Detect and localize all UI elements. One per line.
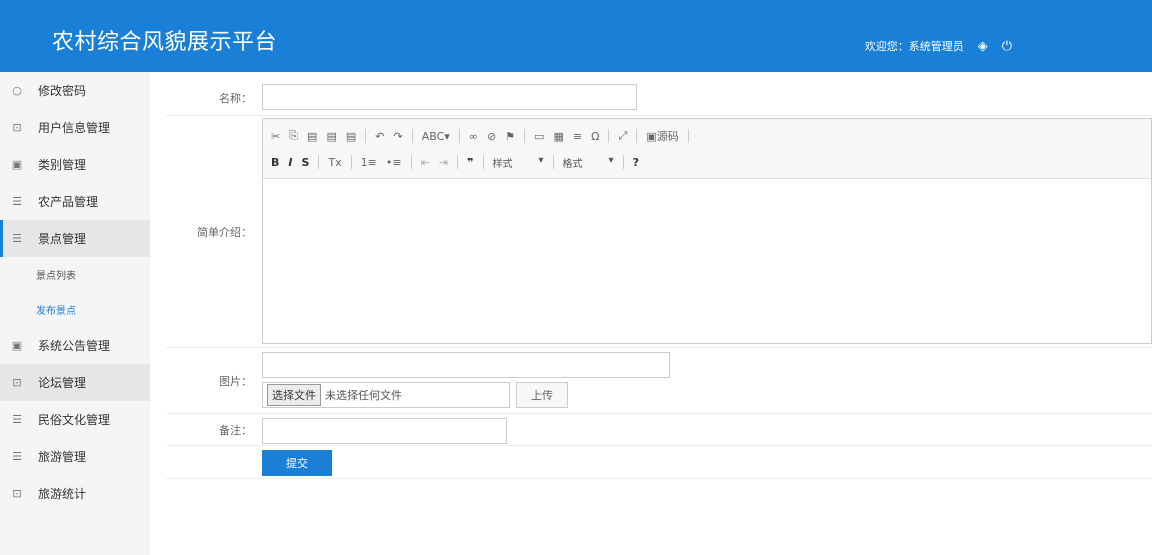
app-header: 农村综合风貌展示平台 欢迎您：系统管理员 ◈ ⏻ <box>0 0 1152 72</box>
list-icon: ☰ <box>12 232 22 245</box>
submit-button[interactable]: 提交 <box>262 450 332 476</box>
image-label: 图片： <box>219 374 252 388</box>
source-icon[interactable]: ▣源码 <box>646 128 678 144</box>
separator <box>552 155 554 169</box>
power-icon[interactable]: ⏻ <box>1002 39 1012 54</box>
choose-file-button[interactable]: 选择文件 <box>267 384 321 406</box>
image-icon: ⊡ <box>12 121 22 134</box>
intro-label: 简单介绍： <box>197 225 252 239</box>
sidebar-subitem-publish-attraction[interactable]: 发布景点 <box>0 292 150 327</box>
special-char-icon[interactable]: Ω <box>591 130 599 143</box>
paste-word-icon[interactable]: ▤ <box>346 130 356 143</box>
sidebar-item-announcements[interactable]: ▣ 系统公告管理 <box>0 327 150 364</box>
file-picker: 选择文件 未选择任何文件 <box>262 382 510 408</box>
strike-icon[interactable]: S <box>301 156 309 169</box>
undo-icon[interactable]: ↶ <box>375 130 384 143</box>
list-icon: ☰ <box>12 413 22 426</box>
clock-icon: ○ <box>12 84 22 97</box>
name-label: 名称： <box>219 91 252 105</box>
separator <box>636 129 638 143</box>
separator <box>608 129 610 143</box>
separator <box>350 155 352 169</box>
outdent-icon[interactable]: ⇤ <box>421 156 430 169</box>
settings-icon[interactable]: ◈ <box>978 39 988 54</box>
style-dropdown-label: 样式 <box>492 158 513 170</box>
format-dropdown-label: 格式 <box>562 158 583 170</box>
cut-icon[interactable]: ✂ <box>271 130 280 143</box>
separator <box>411 129 413 143</box>
editor-content-area[interactable] <box>263 179 1151 343</box>
remark-input[interactable] <box>262 418 507 444</box>
link-icon[interactable]: ∞ <box>469 130 478 143</box>
separator <box>524 129 526 143</box>
welcome-text: 欢迎您：系统管理员 <box>864 40 964 53</box>
redo-icon[interactable]: ↷ <box>393 130 402 143</box>
image-path-input[interactable] <box>262 352 670 378</box>
numbered-list-icon[interactable]: 1≡ <box>361 156 377 169</box>
help-icon[interactable]: ? <box>633 156 639 169</box>
paste-icon[interactable]: ▤ <box>307 130 317 143</box>
separator <box>458 129 460 143</box>
image-insert-icon[interactable]: ▭ <box>534 130 544 143</box>
sidebar-item-products[interactable]: ☰ 农产品管理 <box>0 183 150 220</box>
sidebar-item-folk-culture[interactable]: ☰ 民俗文化管理 <box>0 401 150 438</box>
table-icon[interactable]: ▦ <box>553 130 563 143</box>
separator <box>457 155 459 169</box>
header-user-area: 欢迎您：系统管理员 ◈ ⏻ <box>865 38 1012 54</box>
editor-toolbar: ✂ ⎘ ▤ ▤ ▤ ↶ ↷ ABC▾ ∞ ⊘ ⚑ ▭ ▦ ≡ Ω ⤢ ▣源码 B… <box>263 119 1151 179</box>
sidebar-item-users[interactable]: ⊡ 用户信息管理 <box>0 109 150 146</box>
separator <box>318 155 320 169</box>
sidebar-item-categories[interactable]: ▣ 类别管理 <box>0 146 150 183</box>
sidebar-item-tourism[interactable]: ☰ 旅游管理 <box>0 438 150 475</box>
separator <box>622 155 624 169</box>
upload-button[interactable]: 上传 <box>516 382 568 408</box>
separator <box>482 155 484 169</box>
list-icon: ☰ <box>12 450 22 463</box>
unlink-icon[interactable]: ⊘ <box>487 130 496 143</box>
name-row: 名称： <box>166 80 1152 116</box>
maximize-icon[interactable]: ⤢ <box>618 129 627 143</box>
image-row: 图片： 选择文件 未选择任何文件 上传 <box>166 348 1152 414</box>
sidebar-subitem-attraction-list[interactable]: 景点列表 <box>0 257 150 292</box>
remark-row: 备注： <box>166 414 1152 446</box>
sidebar: ○ 修改密码 ⊡ 用户信息管理 ▣ 类别管理 ☰ 农产品管理 ☰ 景点管理 景点… <box>0 72 150 555</box>
indent-icon[interactable]: ⇥ <box>439 156 448 169</box>
sidebar-item-forum[interactable]: ⊡ 论坛管理 <box>0 364 150 401</box>
italic-icon[interactable]: I <box>288 156 292 169</box>
remove-format-icon[interactable]: Tx <box>328 156 341 169</box>
separator <box>687 129 689 143</box>
chevron-down-icon: ▾ <box>538 154 544 166</box>
sidebar-item-attractions[interactable]: ☰ 景点管理 <box>0 220 150 257</box>
sidebar-item-change-password[interactable]: ○ 修改密码 <box>0 72 150 109</box>
app-title: 农村综合风貌展示平台 <box>52 30 278 55</box>
bold-icon[interactable]: B <box>271 156 279 169</box>
paste-text-icon[interactable]: ▤ <box>326 130 336 143</box>
list-icon: ☰ <box>12 195 22 208</box>
rich-text-editor: ✂ ⎘ ▤ ▤ ▤ ↶ ↷ ABC▾ ∞ ⊘ ⚑ ▭ ▦ ≡ Ω ⤢ ▣源码 B… <box>262 118 1152 344</box>
sidebar-item-tourism-stats[interactable]: ⊡ 旅游统计 <box>0 475 150 512</box>
separator <box>410 155 412 169</box>
intro-row: 简单介绍： ✂ ⎘ ▤ ▤ ▤ ↶ ↷ ABC▾ ∞ ⊘ ⚑ ▭ ▦ ≡ Ω ⤢… <box>166 116 1152 348</box>
word-icon: ▣ <box>11 339 23 352</box>
style-dropdown[interactable]: 样式 ▾ <box>493 155 544 170</box>
copy-icon[interactable]: ⎘ <box>289 129 298 143</box>
chevron-down-icon: ▾ <box>608 154 614 166</box>
horizontal-rule-icon[interactable]: ≡ <box>573 130 582 143</box>
image-icon: ⊡ <box>12 487 22 500</box>
file-upload-row: 选择文件 未选择任何文件 上传 <box>262 382 1152 408</box>
word-icon: ▣ <box>11 158 23 171</box>
format-dropdown[interactable]: 格式 ▾ <box>563 155 614 170</box>
no-file-text: 未选择任何文件 <box>325 389 402 402</box>
anchor-icon[interactable]: ⚑ <box>505 130 515 143</box>
spellcheck-icon[interactable]: ABC▾ <box>422 130 450 143</box>
blockquote-icon[interactable]: ❞ <box>467 156 473 169</box>
remark-label: 备注： <box>219 423 252 437</box>
submit-row: 提交 <box>166 446 1152 479</box>
image-icon: ⊡ <box>12 376 22 389</box>
separator <box>365 129 367 143</box>
bulleted-list-icon[interactable]: •≡ <box>386 156 402 169</box>
name-input[interactable] <box>262 84 637 110</box>
attraction-form: 名称： 简单介绍： ✂ ⎘ ▤ ▤ ▤ ↶ ↷ ABC▾ ∞ ⊘ ⚑ ▭ ▦ ≡… <box>166 80 1152 479</box>
